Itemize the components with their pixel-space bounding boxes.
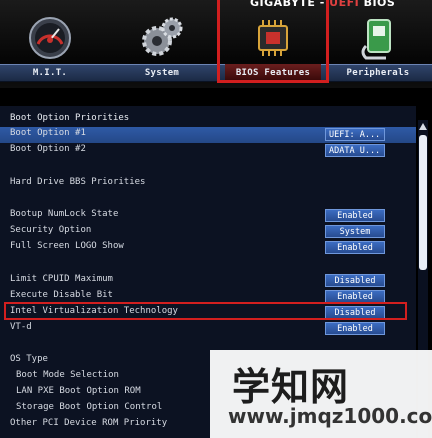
vt-highlight-box	[4, 302, 407, 320]
numlock-value[interactable]: Enabled	[325, 209, 385, 222]
boot-option-2-row[interactable]: Boot Option #2 ADATA U...	[0, 143, 416, 159]
watermark-url: www.jmqz1000.com	[228, 404, 432, 428]
boot-option-1-row[interactable]: Boot Option #1 UEFI: A...	[0, 127, 416, 143]
logo-show-value[interactable]: Enabled	[325, 241, 385, 254]
storage-boot-label: Storage Boot Option Control	[16, 402, 163, 412]
vtd-label: VT-d	[10, 322, 32, 332]
other-pci-label: Other PCI Device ROM Priority	[10, 418, 168, 428]
tab-mit-label: M.I.T.	[32, 68, 68, 78]
boot-option-2-label: Boot Option #2	[10, 144, 86, 154]
scrollbar-thumb[interactable]	[419, 135, 427, 270]
tab-system-label: System	[144, 68, 180, 78]
limit-cpuid-label: Limit CPUID Maximum	[10, 274, 113, 284]
security-option-row[interactable]: Security Option System	[0, 224, 416, 240]
watermark: 学知网 www.jmqz1000.com	[210, 350, 432, 438]
boot-option-2-value[interactable]: ADATA U...	[325, 144, 385, 157]
hdd-bbs-label: Hard Drive BBS Priorities	[10, 177, 146, 187]
scroll-up-arrow-icon[interactable]	[418, 122, 428, 132]
vtd-value[interactable]: Enabled	[325, 322, 385, 335]
limit-cpuid-value[interactable]: Disabled	[325, 274, 385, 287]
vtd-row[interactable]: VT-d Enabled	[0, 321, 416, 337]
plug-icon	[361, 19, 391, 60]
boot-mode-label: Boot Mode Selection	[16, 370, 119, 380]
brand-bios: BIOS	[359, 0, 396, 9]
brand-uefi: UEFI	[329, 0, 360, 9]
os-type-label: OS Type	[10, 354, 48, 364]
speedometer-icon	[29, 17, 71, 59]
hdd-bbs-row[interactable]: Hard Drive BBS Priorities	[0, 176, 416, 192]
numlock-row[interactable]: Bootup NumLock State Enabled	[0, 208, 416, 224]
security-option-value[interactable]: System	[325, 225, 385, 238]
lan-pxe-label: LAN PXE Boot Option ROM	[16, 386, 141, 396]
numlock-label: Bootup NumLock State	[10, 209, 119, 219]
limit-cpuid-row[interactable]: Limit CPUID Maximum Disabled	[0, 273, 416, 289]
boot-option-1-value[interactable]: UEFI: A...	[325, 128, 385, 141]
logo-show-label: Full Screen LOGO Show	[10, 241, 124, 251]
tab-peripherals[interactable]: Peripherals	[328, 10, 428, 82]
section-boot-priorities: Boot Option Priorities	[10, 113, 130, 123]
top-header: GIGABYTE - UEFI BIOS M.I.T. System BIOS …	[0, 0, 432, 88]
tab-peripherals-label: Peripherals	[346, 68, 410, 78]
boot-option-1-label: Boot Option #1	[10, 128, 86, 138]
logo-show-row[interactable]: Full Screen LOGO Show Enabled	[0, 240, 416, 256]
security-option-label: Security Option	[10, 225, 92, 235]
tab-highlight-box	[217, 0, 329, 83]
watermark-chinese: 学知网	[232, 365, 350, 409]
tab-system[interactable]: System	[112, 10, 212, 82]
gears-icon	[142, 17, 183, 56]
execute-disable-label: Execute Disable Bit	[10, 290, 113, 300]
tab-mit[interactable]: M.I.T.	[0, 10, 100, 82]
